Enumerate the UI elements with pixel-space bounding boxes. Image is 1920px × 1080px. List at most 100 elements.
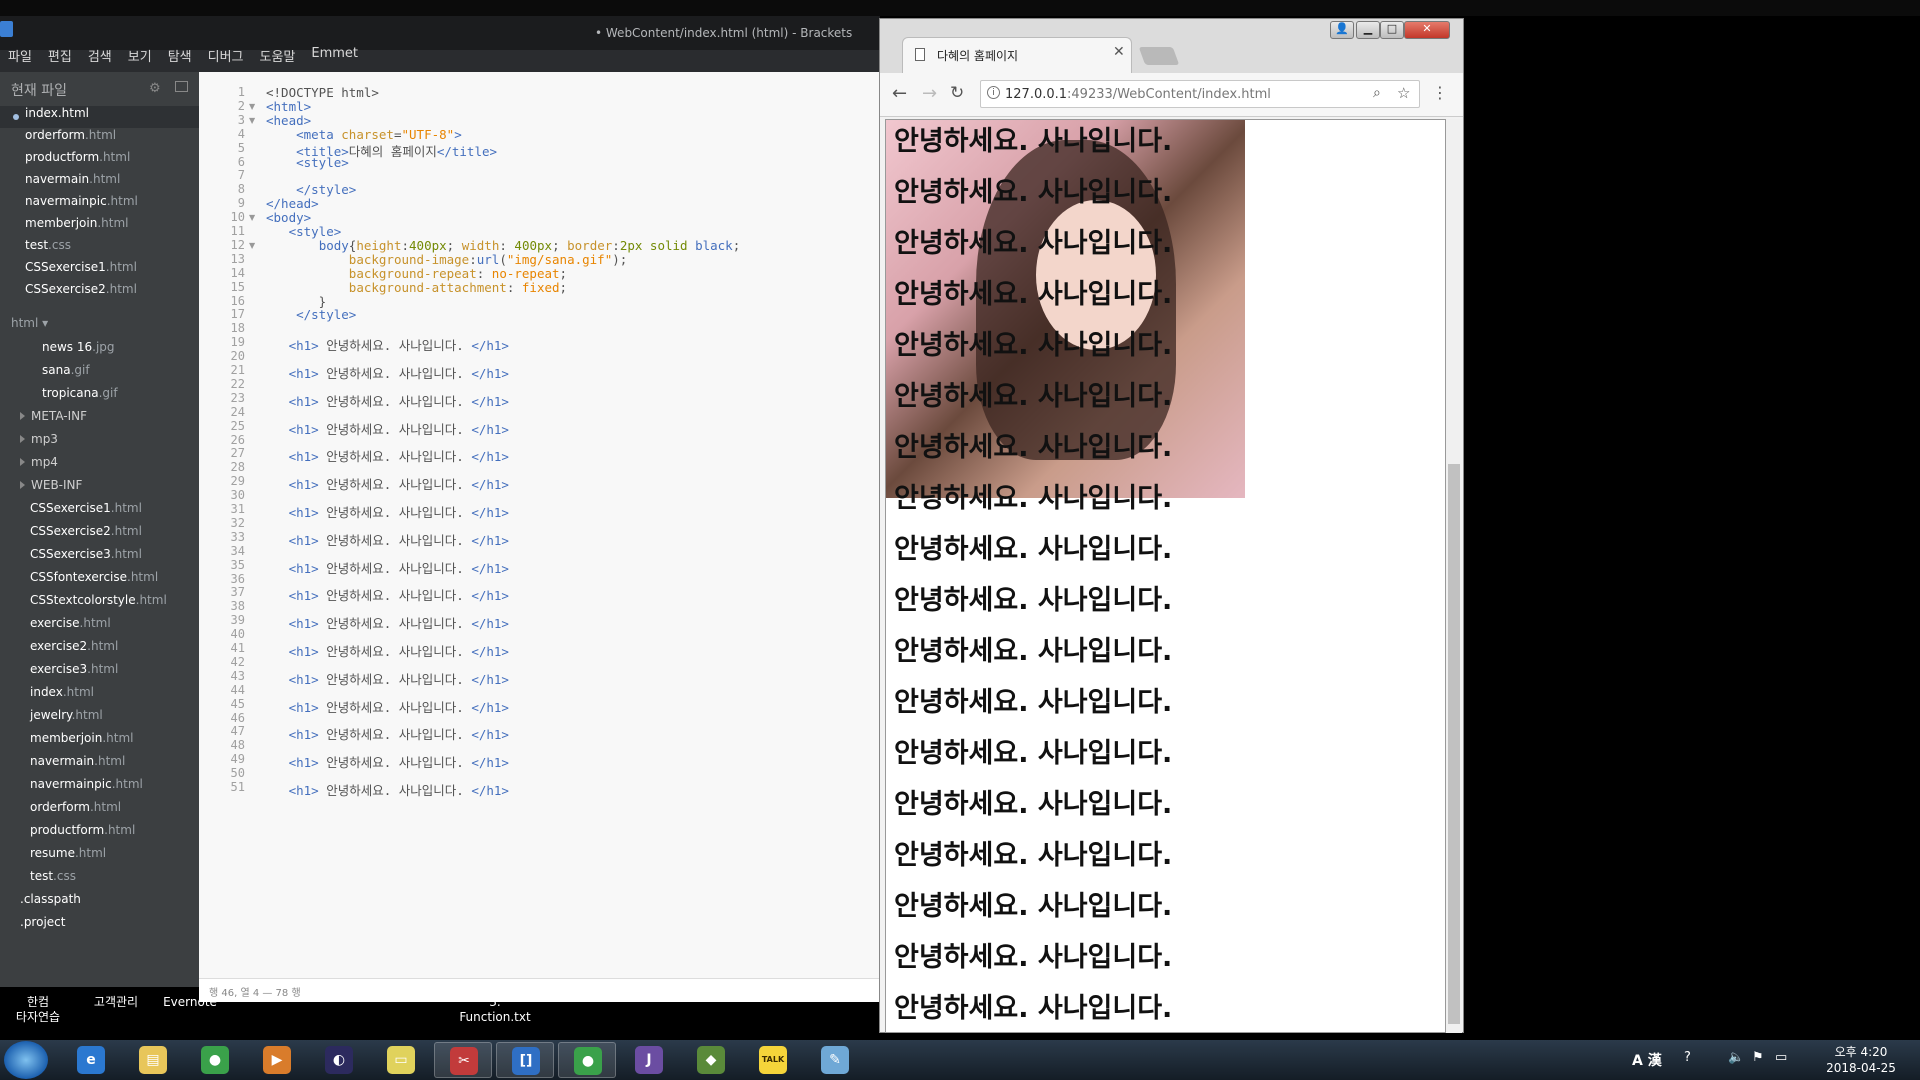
tree-file[interactable]: test.css: [30, 869, 76, 891]
info-icon[interactable]: i: [987, 86, 1000, 99]
help-icon[interactable]: ?: [1684, 1050, 1691, 1065]
line-number: 18: [230, 321, 245, 336]
working-file-item[interactable]: CSSexercise2.html: [25, 282, 137, 304]
tree-file[interactable]: sana.gif: [42, 363, 90, 385]
menu-item[interactable]: 디버그: [208, 46, 244, 68]
volume-icon[interactable]: 🔈: [1728, 1050, 1744, 1065]
reload-icon[interactable]: ↻: [950, 83, 964, 103]
tree-folder[interactable]: META-INF: [20, 409, 87, 431]
tree-file[interactable]: productform.html: [30, 823, 135, 845]
desktop-shortcut-label[interactable]: 한컴 타자연습: [8, 995, 68, 1025]
taskbar-app[interactable]: e: [62, 1042, 120, 1078]
new-tab-button[interactable]: [1138, 47, 1180, 65]
fold-icon[interactable]: ▼: [249, 241, 255, 250]
desktop-shortcut-label[interactable]: 3. Function.txt: [455, 995, 535, 1025]
tree-file[interactable]: news 16.jpg: [42, 340, 115, 362]
menu-icon[interactable]: ⋮: [1432, 83, 1448, 102]
gear-icon[interactable]: ⚙: [149, 81, 161, 96]
taskbar-app[interactable]: []: [496, 1042, 554, 1078]
working-file-item[interactable]: navermainpic.html: [25, 194, 138, 216]
tree-file[interactable]: exercise.html: [30, 616, 111, 638]
fold-icon[interactable]: ▼: [249, 213, 255, 222]
tree-file[interactable]: CSSfontexercise.html: [30, 570, 158, 592]
tree-folder[interactable]: WEB-INF: [20, 478, 82, 500]
desktop-shortcut-label[interactable]: 고객관리: [86, 995, 146, 1010]
tree-file[interactable]: orderform.html: [30, 800, 121, 822]
tree-file[interactable]: CSSexercise3.html: [30, 547, 142, 569]
tree-folder[interactable]: mp4: [20, 455, 58, 477]
working-file-item[interactable]: productform.html: [25, 150, 130, 172]
menu-item[interactable]: 보기: [128, 46, 152, 68]
working-file-item[interactable]: memberjoin.html: [25, 216, 128, 238]
menu-item[interactable]: 탐색: [168, 46, 192, 68]
close-button[interactable]: ✕: [1404, 21, 1450, 39]
start-button[interactable]: [4, 1041, 48, 1079]
tree-file[interactable]: index.html: [30, 685, 94, 707]
fold-icon[interactable]: ▼: [249, 102, 255, 111]
taskbar-app[interactable]: ●: [558, 1042, 616, 1078]
tree-item-name: exercise: [30, 616, 80, 630]
page-scrollbar[interactable]: [1446, 119, 1462, 1033]
zoom-icon[interactable]: ⌕: [1373, 85, 1381, 101]
desktop-shortcut-label[interactable]: Evernote: [160, 995, 220, 1010]
working-file-item[interactable]: navermain.html: [25, 172, 120, 194]
taskbar-app[interactable]: ◐: [310, 1042, 368, 1078]
ime-indicator[interactable]: A 漢: [1632, 1050, 1662, 1070]
disclosure-triangle-icon[interactable]: [20, 458, 25, 466]
minimize-button[interactable]: ▁: [1356, 21, 1380, 39]
working-file-item[interactable]: CSSexercise1.html: [25, 260, 137, 282]
disclosure-triangle-icon[interactable]: [20, 412, 25, 420]
address-bar[interactable]: i 127.0.0.1:49233/WebContent/index.html …: [980, 80, 1420, 108]
taskbar-app[interactable]: TALK: [744, 1042, 802, 1078]
network-icon[interactable]: ▭: [1775, 1050, 1787, 1065]
menu-item[interactable]: 검색: [88, 46, 112, 68]
tree-file[interactable]: navermain.html: [30, 754, 125, 776]
taskbar-app[interactable]: ✂: [434, 1042, 492, 1078]
bookmark-star-icon[interactable]: ☆: [1397, 84, 1410, 102]
back-icon[interactable]: ←: [892, 83, 907, 104]
menu-item[interactable]: 편집: [48, 46, 72, 68]
forward-icon[interactable]: →: [922, 83, 937, 104]
tab-close-icon[interactable]: ✕: [1113, 44, 1125, 60]
working-file-item[interactable]: index.html: [0, 106, 199, 128]
maximize-button[interactable]: □: [1380, 21, 1404, 39]
taskbar-app[interactable]: ◆: [682, 1042, 740, 1078]
tree-file[interactable]: .classpath: [20, 892, 81, 914]
browser-tab[interactable]: 다혜의 홈페이지 ✕: [902, 37, 1132, 73]
working-file-item[interactable]: test.css: [25, 238, 71, 260]
tree-file[interactable]: resume.html: [30, 846, 106, 868]
tree-file[interactable]: jewelry.html: [30, 708, 103, 730]
tree-file[interactable]: exercise2.html: [30, 639, 118, 661]
taskbar-app[interactable]: ●: [186, 1042, 244, 1078]
tree-file[interactable]: exercise3.html: [30, 662, 118, 684]
scrollbar-thumb[interactable]: [1448, 464, 1460, 1024]
menu-item[interactable]: Emmet: [311, 46, 358, 68]
code-editor[interactable]: 1 <!DOCTYPE html> 2 ▼ <html> 3 ▼ <head> 4 <meta …: [199, 72, 880, 978]
flag-icon[interactable]: ⚑: [1752, 1050, 1764, 1065]
taskbar-app[interactable]: ▤: [124, 1042, 182, 1078]
tree-file[interactable]: navermainpic.html: [30, 777, 143, 799]
menu-item[interactable]: 파일: [8, 46, 32, 68]
clock[interactable]: 오후 4:20 2018-04-25: [1816, 1044, 1906, 1076]
disclosure-triangle-icon[interactable]: [20, 435, 25, 443]
line-number: 16: [230, 293, 245, 308]
tree-file[interactable]: CSSexercise1.html: [30, 501, 142, 523]
taskbar-app[interactable]: ✎: [806, 1042, 864, 1078]
split-view-icon[interactable]: [175, 81, 188, 92]
taskbar-app[interactable]: ▭: [372, 1042, 430, 1078]
tree-file[interactable]: CSSexercise2.html: [30, 524, 142, 546]
profile-button[interactable]: 👤: [1330, 21, 1354, 39]
tree-folder[interactable]: mp3: [20, 432, 58, 454]
tree-file[interactable]: tropicana.gif: [42, 386, 118, 408]
menu-item[interactable]: 도움말: [260, 46, 296, 68]
tree-file[interactable]: .project: [20, 915, 65, 937]
taskbar-app[interactable]: J: [620, 1042, 678, 1078]
tree-file[interactable]: CSStextcolorstyle.html: [30, 593, 167, 615]
fold-icon[interactable]: ▼: [249, 116, 255, 125]
working-file-item[interactable]: orderform.html: [25, 128, 116, 150]
taskbar-app[interactable]: ▶: [248, 1042, 306, 1078]
tree-item-ext: .html: [102, 731, 134, 745]
disclosure-triangle-icon[interactable]: [20, 481, 25, 489]
tree-file[interactable]: memberjoin.html: [30, 731, 133, 753]
project-dropdown[interactable]: html ▾: [11, 316, 48, 330]
